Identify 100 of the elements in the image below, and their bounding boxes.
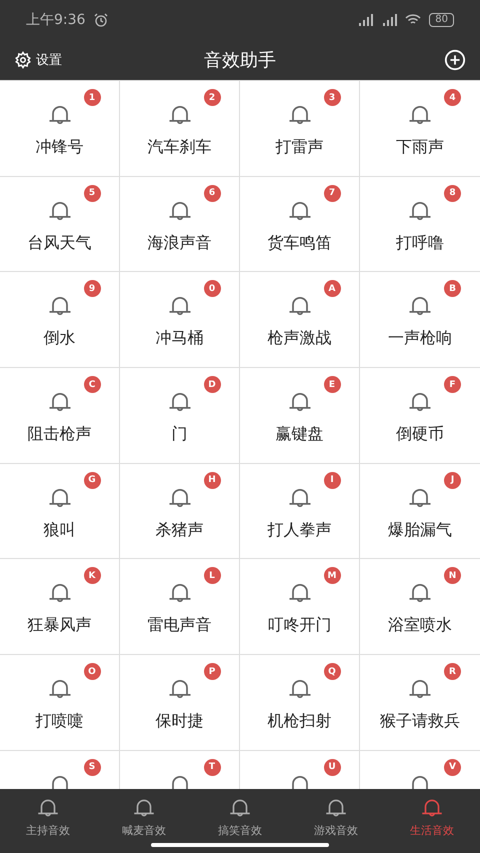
shortcut-badge: S: [84, 758, 100, 776]
shortcut-badge: K: [84, 567, 100, 584]
shortcut-badge: U: [324, 758, 340, 776]
sound-label: 打喷嚏: [36, 711, 84, 732]
sound-tile[interactable]: 8 打呼噜: [360, 176, 480, 272]
sound-label: 狂暴风声: [28, 615, 92, 636]
shortcut-badge: D: [204, 376, 220, 394]
sound-label: 海浪声音: [148, 232, 212, 254]
shortcut-badge: 0: [204, 280, 220, 298]
sound-label: 狼叫: [44, 520, 76, 541]
shortcut-badge: 5: [84, 184, 100, 202]
sound-label: 赢键盘: [276, 424, 324, 446]
sound-tile[interactable]: F 倒硬币: [360, 368, 480, 464]
sound-label: 冲锋号: [36, 137, 84, 158]
shortcut-badge: I: [324, 472, 340, 489]
sound-tile[interactable]: 7 货车鸣笛: [240, 176, 360, 272]
shortcut-badge: N: [444, 567, 461, 584]
sound-label: 门: [172, 424, 188, 446]
app-title: 音效助手: [203, 49, 277, 72]
sound-tile[interactable]: O 打喷嚏: [0, 655, 120, 751]
sound-tile[interactable]: H 杀猪声: [120, 464, 240, 560]
shortcut-badge: E: [324, 376, 340, 394]
shortcut-badge: F: [444, 376, 461, 394]
sound-tile[interactable]: A 枪声激战: [240, 272, 360, 368]
sound-tile[interactable]: 3 打雷声: [240, 81, 360, 177]
sound-label: 打雷声: [276, 137, 324, 158]
sound-tile[interactable]: M 叮咚开门: [240, 559, 360, 656]
shortcut-badge: L: [204, 567, 220, 584]
signal-icon: [381, 12, 398, 28]
add-icon[interactable]: [444, 49, 466, 71]
sound-label: 倒水: [44, 328, 76, 350]
sound-tile[interactable]: P 保时捷: [120, 655, 240, 751]
shortcut-badge: H: [204, 472, 220, 489]
sound-tile[interactable]: Q 机枪扫射: [240, 655, 360, 751]
sound-tile[interactable]: N 浴室喷水: [360, 559, 480, 656]
sound-label: 打呼噜: [396, 232, 444, 254]
sound-label: 台风天气: [28, 232, 92, 254]
sound-tile[interactable]: L 雷电声音: [120, 559, 240, 656]
sound-label: 杀猪声: [156, 520, 204, 541]
shortcut-badge: G: [84, 472, 100, 489]
sound-tile[interactable]: K 狂暴风声: [0, 559, 120, 656]
sound-label: 汽车刹车: [148, 137, 212, 158]
sound-label: 浴室喷水: [388, 615, 452, 636]
sound-tile[interactable]: 2 汽车刹车: [120, 81, 240, 177]
sound-tile[interactable]: 4 下雨声: [360, 81, 480, 177]
shortcut-badge: 4: [444, 89, 461, 106]
sound-tile[interactable]: J 爆胎漏气: [360, 464, 480, 560]
shortcut-badge: P: [204, 663, 220, 680]
shortcut-badge: T: [204, 758, 220, 776]
sound-tile[interactable]: 1 冲锋号: [0, 81, 120, 177]
sound-tile[interactable]: C 阻击枪声: [0, 368, 120, 464]
shortcut-badge: R: [444, 663, 461, 680]
nav-tab[interactable]: 主持音效: [0, 789, 96, 853]
shortcut-badge: 3: [324, 89, 340, 106]
settings-label[interactable]: 设置: [36, 51, 62, 69]
sound-label: 猴子请救兵: [380, 711, 460, 732]
sound-label: 爆胎漏气: [388, 520, 452, 541]
shortcut-badge: A: [324, 280, 340, 298]
shortcut-badge: 1: [84, 89, 100, 106]
sound-tile[interactable]: 9 倒水: [0, 272, 120, 368]
sound-label: 一声枪响: [388, 328, 452, 350]
shortcut-badge: O: [84, 663, 100, 680]
nav-tab[interactable]: 搞笑音效: [192, 789, 288, 853]
settings-icon[interactable]: [14, 51, 32, 69]
sound-label: 冲马桶: [156, 328, 204, 350]
shortcut-badge: Q: [324, 663, 340, 680]
sound-label: 枪声激战: [268, 328, 332, 350]
sound-label: 保时捷: [156, 711, 204, 732]
shortcut-badge: M: [324, 567, 340, 584]
sound-tile[interactable]: R 猴子请救兵: [360, 655, 480, 751]
signal-icon: [357, 12, 374, 28]
sound-label: 下雨声: [396, 137, 444, 158]
nav-tab[interactable]: 游戏音效: [288, 789, 384, 853]
alarm-icon: [93, 12, 110, 28]
shortcut-badge: B: [444, 280, 461, 298]
sound-tile[interactable]: 0 冲马桶: [120, 272, 240, 368]
sound-tile[interactable]: B 一声枪响: [360, 272, 480, 368]
sound-label: 机枪扫射: [268, 711, 332, 732]
sound-tile[interactable]: 5 台风天气: [0, 176, 120, 272]
nav-tab[interactable]: 喊麦音效: [96, 789, 192, 853]
sound-label: 倒硬币: [396, 424, 444, 446]
shortcut-badge: 8: [444, 184, 461, 202]
shortcut-badge: 2: [204, 89, 220, 106]
battery-level: 80: [429, 13, 454, 27]
sound-label: 货车鸣笛: [268, 232, 332, 254]
status-time: 上午9:36: [26, 11, 86, 29]
sound-label: 阻击枪声: [28, 424, 92, 446]
shortcut-badge: 9: [84, 280, 100, 298]
sound-tile[interactable]: I 打人拳声: [240, 464, 360, 560]
sound-tile[interactable]: G 狼叫: [0, 464, 120, 560]
shortcut-badge: V: [444, 758, 461, 776]
shortcut-badge: 7: [324, 184, 340, 202]
shortcut-badge: 6: [204, 184, 220, 202]
sound-tile[interactable]: E 赢键盘: [240, 368, 360, 464]
shortcut-badge: C: [84, 376, 100, 394]
sound-label: 叮咚开门: [268, 615, 332, 636]
sound-tile[interactable]: 6 海浪声音: [120, 176, 240, 272]
sound-tile[interactable]: D 门: [120, 368, 240, 464]
sound-label: 雷电声音: [148, 615, 212, 636]
shortcut-badge: J: [444, 472, 461, 489]
